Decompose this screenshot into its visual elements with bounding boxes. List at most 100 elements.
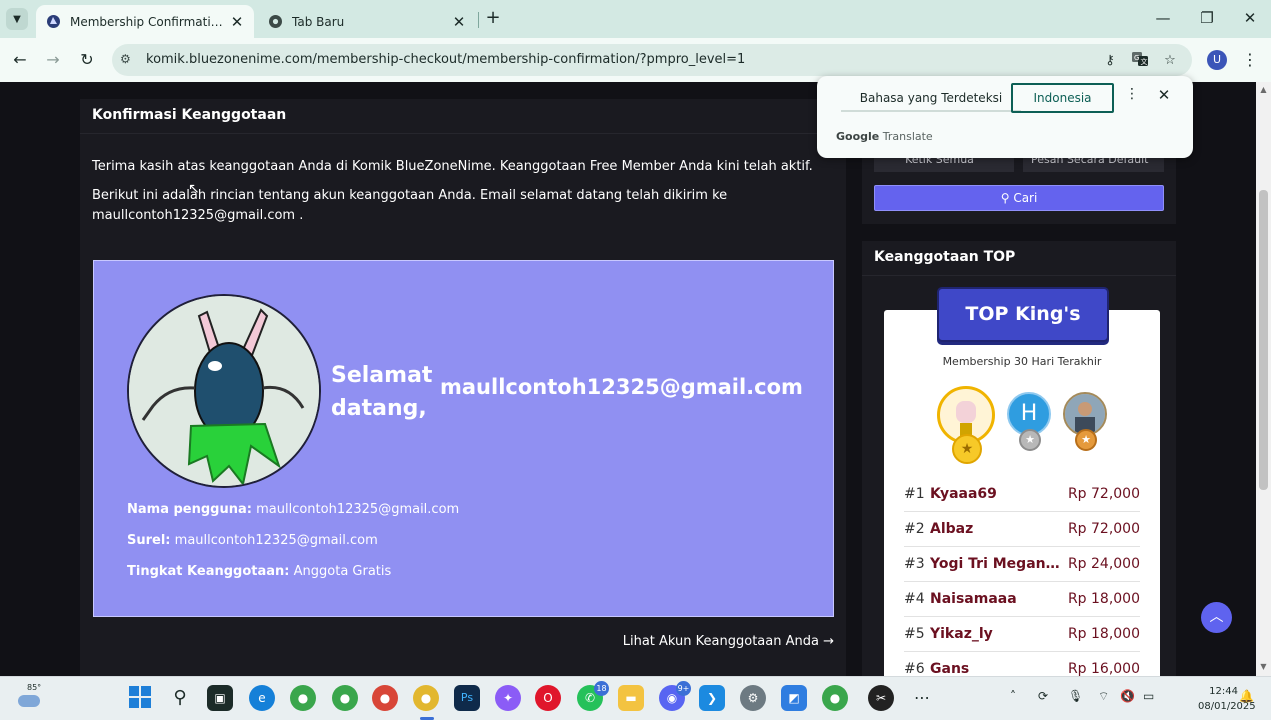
rank-name[interactable]: Kyaaa69 — [930, 486, 1066, 502]
thank-you-text: Terima kasih atas keanggotaan Anda di Ko… — [92, 159, 813, 174]
level-label: Tingkat Keanggotaan: — [127, 564, 290, 579]
chrome-profile-1-icon[interactable]: ● — [290, 685, 316, 711]
microphone-icon[interactable]: 🎙 — [1068, 689, 1083, 703]
close-tab-icon[interactable]: ✕ — [448, 13, 470, 31]
wifi-icon[interactable]: ⌔ — [1098, 689, 1109, 704]
tab-membership-confirmation[interactable]: Membership Confirmation – Ko ✕ — [36, 5, 254, 38]
rank-amount: Rp 16,000 — [1067, 661, 1140, 676]
target-language-tab[interactable]: Indonesia — [1011, 83, 1114, 113]
password-key-icon[interactable]: ⚷ — [1099, 50, 1121, 72]
windows-taskbar: 85° ⚲ ▣ e ● ● ● ● Ps ✦ O ✆ 18 ▬ ◉ 9+ ❯ ⚙… — [0, 676, 1271, 720]
chrome-profile-3-icon[interactable]: ● — [372, 685, 398, 711]
more-options-icon[interactable]: ⋮ — [1240, 47, 1260, 73]
leaderboard-row[interactable]: #1 Kyaaa69 Rp 72,000 — [904, 478, 1140, 512]
leaderboard-row[interactable]: #3 Yogi Tri Meganan... Rp 24,000 — [904, 548, 1140, 582]
search-icon[interactable]: ⚲ — [167, 685, 193, 711]
details-text: Berikut ini adalah rincian tentang akun … — [92, 188, 728, 223]
speaker-muted-icon[interactable]: 🔇 — [1120, 689, 1135, 703]
weather-widget[interactable]: 85° — [16, 683, 46, 713]
leaderboard-row[interactable]: #5 Yikaz_ly Rp 18,000 — [904, 618, 1140, 652]
windows-start-icon[interactable] — [127, 685, 153, 711]
rank-name[interactable]: Albaz — [930, 521, 1066, 537]
opera-icon[interactable]: O — [535, 685, 561, 711]
back-arrow-icon[interactable]: ← — [7, 47, 33, 73]
profile-avatar[interactable]: U — [1207, 50, 1227, 70]
restore-icon[interactable]: ❐ — [1192, 6, 1222, 30]
translate-icon[interactable]: G文 — [1129, 50, 1151, 72]
whatsapp-badge: 18 — [594, 681, 609, 696]
tab-separator — [478, 12, 479, 28]
scroll-down-arrow-icon[interactable]: ▼ — [1256, 662, 1271, 671]
page-scrollbar[interactable]: ▲ ▼ — [1256, 82, 1271, 676]
silver-star-icon: ★ — [1019, 429, 1041, 451]
search-button[interactable]: ⚲ Cari — [874, 185, 1164, 211]
reload-icon[interactable]: ↻ — [74, 47, 100, 73]
translate-options-icon[interactable]: ⋮ — [1123, 86, 1141, 110]
rank-number: #5 — [904, 626, 925, 642]
chrome-profile-4-icon[interactable]: ● — [822, 685, 848, 711]
clock[interactable]: 12:44 08/01/2025 — [1198, 684, 1256, 714]
scroll-up-arrow-icon[interactable]: ▲ — [1256, 85, 1271, 94]
top-membership-heading: Keanggotaan TOP — [862, 241, 1176, 276]
rank-name[interactable]: Gans — [930, 661, 1066, 676]
tab-new-tab[interactable]: Tab Baru ✕ — [258, 5, 476, 38]
scrollbar-thumb[interactable] — [1259, 190, 1268, 490]
photoshop-icon[interactable]: Ps — [454, 685, 480, 711]
copilot-icon[interactable]: ✦ — [495, 685, 521, 711]
tab-search-button[interactable]: ▼ — [6, 8, 28, 30]
close-icon[interactable]: ✕ — [1154, 86, 1174, 110]
forward-arrow-icon[interactable]: → — [40, 47, 66, 73]
leaderboard-row[interactable]: #6 Gans Rp 16,000 — [904, 653, 1140, 676]
clock-date: 08/01/2025 — [1198, 701, 1256, 712]
battery-icon[interactable]: ▭ — [1143, 689, 1154, 703]
bookmark-star-icon[interactable]: ☆ — [1159, 50, 1181, 72]
vscode-icon[interactable]: ❯ — [699, 685, 725, 711]
page-title: Konfirmasi Keanggotaan — [80, 99, 846, 134]
close-tab-icon[interactable]: ✕ — [226, 13, 248, 31]
gold-star-icon: ★ — [952, 434, 982, 464]
chrome-active-icon[interactable]: ● — [413, 685, 439, 711]
rank-name[interactable]: Naisamaaa — [930, 591, 1066, 607]
view-account-link[interactable]: Lihat Akun Keanggotaan Anda → — [618, 634, 834, 649]
close-window-icon[interactable]: ✕ — [1235, 6, 1265, 30]
bronze-star-icon: ★ — [1075, 429, 1097, 451]
rank-number: #6 — [904, 661, 925, 676]
address-bar[interactable]: ⚙ komik.bluezonenime.com/membership-chec… — [112, 44, 1192, 76]
detected-language-tab[interactable]: Bahasa yang Terdeteksi — [841, 84, 1021, 112]
more-apps-icon[interactable]: ⋯ — [909, 685, 935, 711]
new-tab-icon[interactable]: + — [482, 7, 504, 29]
leaderboard-row[interactable]: #2 Albaz Rp 72,000 — [904, 513, 1140, 547]
welcome-greeting: Selamat datang, — [331, 363, 433, 421]
scroll-to-top-button[interactable]: ︿ — [1201, 602, 1232, 633]
chevron-up-icon[interactable]: ˄ — [1010, 689, 1016, 703]
leaderboard-row[interactable]: #4 Naisamaaa Rp 18,000 — [904, 583, 1140, 617]
url-text[interactable]: komik.bluezonenime.com/membership-checko… — [146, 52, 745, 67]
username-value: maullcontoh12325@gmail.com — [256, 502, 460, 517]
tab-title: Tab Baru — [292, 14, 345, 29]
rank-number: #3 — [904, 556, 925, 572]
settings-gear-icon[interactable]: ⚙ — [740, 685, 766, 711]
site-info-icon[interactable]: ⚙ — [120, 52, 131, 66]
sync-icon[interactable]: ⟳ — [1038, 689, 1048, 703]
file-explorer-icon[interactable]: ▬ — [618, 685, 644, 711]
rank-amount: Rp 72,000 — [1067, 521, 1140, 537]
image-editor-icon[interactable]: ◩ — [781, 685, 807, 711]
level-value: Anggota Gratis — [293, 564, 392, 579]
temperature: 85° — [27, 683, 42, 692]
minimize-icon[interactable]: — — [1148, 6, 1178, 30]
capcut-icon[interactable]: ✂ — [868, 685, 894, 711]
edge-icon[interactable]: e — [249, 685, 275, 711]
google-translate-brand: Google Translate — [836, 130, 933, 143]
cloud-icon — [18, 695, 40, 707]
rank-amount: Rp 18,000 — [1067, 591, 1140, 607]
rank-number: #2 — [904, 521, 925, 537]
notification-bell-icon[interactable]: 🔔 — [1239, 689, 1254, 703]
task-view-icon[interactable]: ▣ — [207, 685, 233, 711]
rank-name[interactable]: Yikaz_ly — [930, 626, 1066, 642]
discord-icon[interactable]: ◉ 9+ — [659, 681, 691, 711]
whatsapp-icon[interactable]: ✆ 18 — [577, 681, 609, 711]
level-row: Tingkat Keanggotaan: Anggota Gratis — [127, 564, 391, 579]
rank-name[interactable]: Yogi Tri Meganan... — [930, 556, 1066, 572]
top-kings-badge: TOP King's — [937, 287, 1109, 342]
chrome-profile-2-icon[interactable]: ● — [332, 685, 358, 711]
